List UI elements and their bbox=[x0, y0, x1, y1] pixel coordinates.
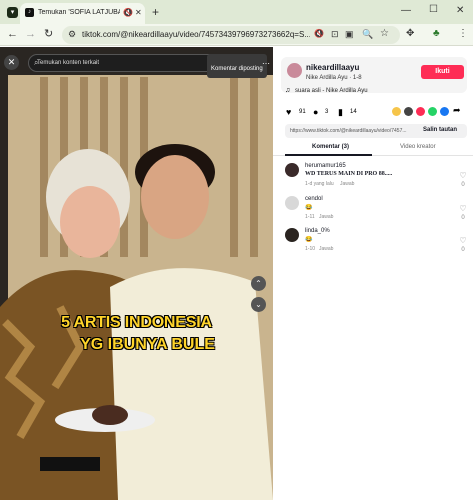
zoom-icon[interactable]: 🔍 bbox=[362, 30, 373, 39]
comment-like-icon[interactable]: ♡ bbox=[453, 236, 473, 245]
menu-kebab-icon[interactable]: ⋮ bbox=[458, 29, 468, 39]
like-icon[interactable]: ♥ bbox=[286, 107, 291, 117]
address-bar[interactable]: ⚙ tiktok.com/@nikeardillaayu/video/74573… bbox=[62, 26, 400, 44]
new-tab-icon[interactable]: + bbox=[152, 6, 159, 18]
comment-item: linda_0% 😂 1-10 Jawab ♡ 0 bbox=[273, 228, 473, 258]
copy-link-box: https://www.tiktok.com/@nikeardillaayu/v… bbox=[285, 124, 467, 138]
comment-like-icon[interactable]: ♡ bbox=[453, 204, 473, 213]
comment-date: 1-d yang lalu bbox=[305, 181, 334, 187]
url-text[interactable]: tiktok.com/@nikeardillaayu/video/7457343… bbox=[82, 30, 310, 39]
tab-comments-underline bbox=[285, 154, 372, 156]
close-tab-icon[interactable]: ✕ bbox=[135, 9, 142, 17]
comment-username[interactable]: cendol bbox=[305, 196, 323, 202]
follow-button[interactable]: Ikuti bbox=[421, 65, 464, 79]
creator-avatar[interactable] bbox=[287, 63, 302, 78]
like-count: 91 bbox=[299, 109, 306, 115]
comment-reply-button[interactable]: Jawab bbox=[340, 181, 354, 187]
comment-avatar[interactable] bbox=[285, 196, 299, 210]
site-info-icon[interactable]: ⚙ bbox=[68, 30, 76, 39]
comment-date: 1-10 bbox=[305, 246, 316, 252]
posted-tooltip: Komentar diposting bbox=[207, 54, 267, 78]
comment-text: 😂 bbox=[305, 237, 313, 243]
comment-item: herumamur165 WD TERUS MAIN DI PRO 88....… bbox=[273, 163, 473, 193]
save-count: 14 bbox=[350, 109, 357, 115]
comment-like-icon[interactable]: ♡ bbox=[453, 171, 473, 180]
comment-like-count: 0 bbox=[461, 247, 465, 253]
tab-creator-videos[interactable]: Video kreator bbox=[400, 144, 436, 150]
comment-avatar[interactable] bbox=[285, 163, 299, 177]
video-link[interactable]: https://www.tiktok.com/@nikeardillaayu/v… bbox=[290, 128, 418, 134]
comment-count: 3 bbox=[325, 109, 329, 115]
bookmark-star-icon[interactable]: ☆ bbox=[380, 29, 389, 39]
reload-icon[interactable]: ↻ bbox=[44, 29, 53, 40]
window-close-icon[interactable]: ✕ bbox=[456, 6, 464, 16]
tab-title: Temukan 'SOFIA LATJUBA' bbox=[38, 9, 120, 16]
browser-tab[interactable]: ♪ Temukan 'SOFIA LATJUBA' 🔇 ✕ bbox=[20, 3, 145, 24]
install-app-icon[interactable]: ⊡ bbox=[331, 30, 339, 39]
share-link-icon[interactable] bbox=[404, 107, 413, 116]
next-video-button[interactable]: ⌄ bbox=[251, 297, 266, 312]
details-panel: nikeardillaayu Nike Ardilla Ayu · 1-8 Ik… bbox=[273, 47, 473, 500]
share-friends-icon[interactable] bbox=[416, 107, 425, 116]
minimize-icon[interactable]: — bbox=[401, 6, 411, 16]
copy-link-button[interactable]: Salin tautan bbox=[423, 127, 457, 133]
share-more-icon[interactable]: ➦ bbox=[453, 105, 461, 116]
comment-username[interactable]: herumamur165 bbox=[305, 163, 346, 169]
comment-text: 😂 bbox=[305, 205, 313, 211]
comment-text: WD TERUS MAIN DI PRO 88..... bbox=[305, 171, 393, 177]
tab-comments[interactable]: Komentar (3) bbox=[312, 144, 349, 150]
comment-item: cendol 😂 1-11 Jawab ♡ 0 bbox=[273, 196, 473, 226]
maximize-icon[interactable]: ☐ bbox=[429, 5, 438, 15]
search-placeholder: Temukan konten terkait bbox=[37, 60, 100, 66]
comment-date: 1-11 bbox=[305, 214, 315, 220]
tab-search-icon[interactable]: ▾ bbox=[7, 7, 18, 18]
bookmark-icon[interactable]: ▮ bbox=[338, 107, 343, 118]
close-video-icon[interactable]: ✕ bbox=[4, 55, 19, 70]
share-whatsapp-icon[interactable] bbox=[428, 107, 437, 116]
previous-video-button[interactable]: ⌃ bbox=[251, 276, 266, 291]
mute-tab-icon[interactable]: 🔇 bbox=[123, 9, 133, 17]
music-note-icon: ♫ bbox=[285, 87, 291, 94]
comment-like-count: 0 bbox=[461, 182, 465, 188]
caption-line-1: 5 ARTIS INDONESIA bbox=[61, 314, 212, 331]
panel-tabs: Komentar (3) Video kreator bbox=[273, 142, 473, 156]
comment-reply-button[interactable]: Jawab bbox=[319, 246, 333, 252]
comment-icon[interactable]: ● bbox=[313, 107, 318, 117]
creator-display-name: Nike Ardilla Ayu · 1-8 bbox=[306, 75, 362, 81]
comment-reply-button[interactable]: Jawab bbox=[319, 214, 333, 220]
comment-avatar[interactable] bbox=[285, 228, 299, 242]
video-player[interactable]: ✕ ⌕ Temukan konten terkait Komentar dipo… bbox=[0, 47, 273, 500]
browser-toolbar: ← → ↻ ⚙ tiktok.com/@nikeardillaayu/video… bbox=[0, 24, 473, 46]
comment-like-count: 0 bbox=[461, 215, 465, 221]
tooltip-text: Komentar diposting bbox=[211, 66, 263, 72]
creator-username[interactable]: nikeardillaayu bbox=[306, 63, 359, 72]
browser-tab-strip: ▾ ♪ Temukan 'SOFIA LATJUBA' 🔇 ✕ + — ☐ ✕ bbox=[0, 0, 473, 24]
sound-name[interactable]: suara asli - Nike Ardilla Ayu bbox=[295, 88, 368, 94]
forward-icon[interactable]: → bbox=[25, 29, 36, 40]
extensions-icon[interactable]: ✥ bbox=[406, 29, 414, 39]
mute-site-icon[interactable]: 🔇 bbox=[314, 30, 324, 38]
caption-line-2: YG IBUNYA BULE bbox=[80, 336, 215, 353]
translate-icon[interactable]: ▣ bbox=[345, 30, 354, 39]
comment-username[interactable]: linda_0% bbox=[305, 228, 330, 234]
video-frame-image bbox=[0, 47, 273, 500]
share-embed-icon[interactable] bbox=[392, 107, 401, 116]
tiktok-favicon: ♪ bbox=[25, 8, 34, 17]
video-caption: 5 ARTIS INDONESIA YG IBUNYA BULE bbox=[0, 312, 273, 356]
share-facebook-icon[interactable] bbox=[440, 107, 449, 116]
extension-leaf-icon[interactable]: ♣ bbox=[433, 29, 440, 39]
back-icon[interactable]: ← bbox=[7, 29, 18, 40]
more-options-icon[interactable]: ⋯ bbox=[262, 59, 270, 68]
